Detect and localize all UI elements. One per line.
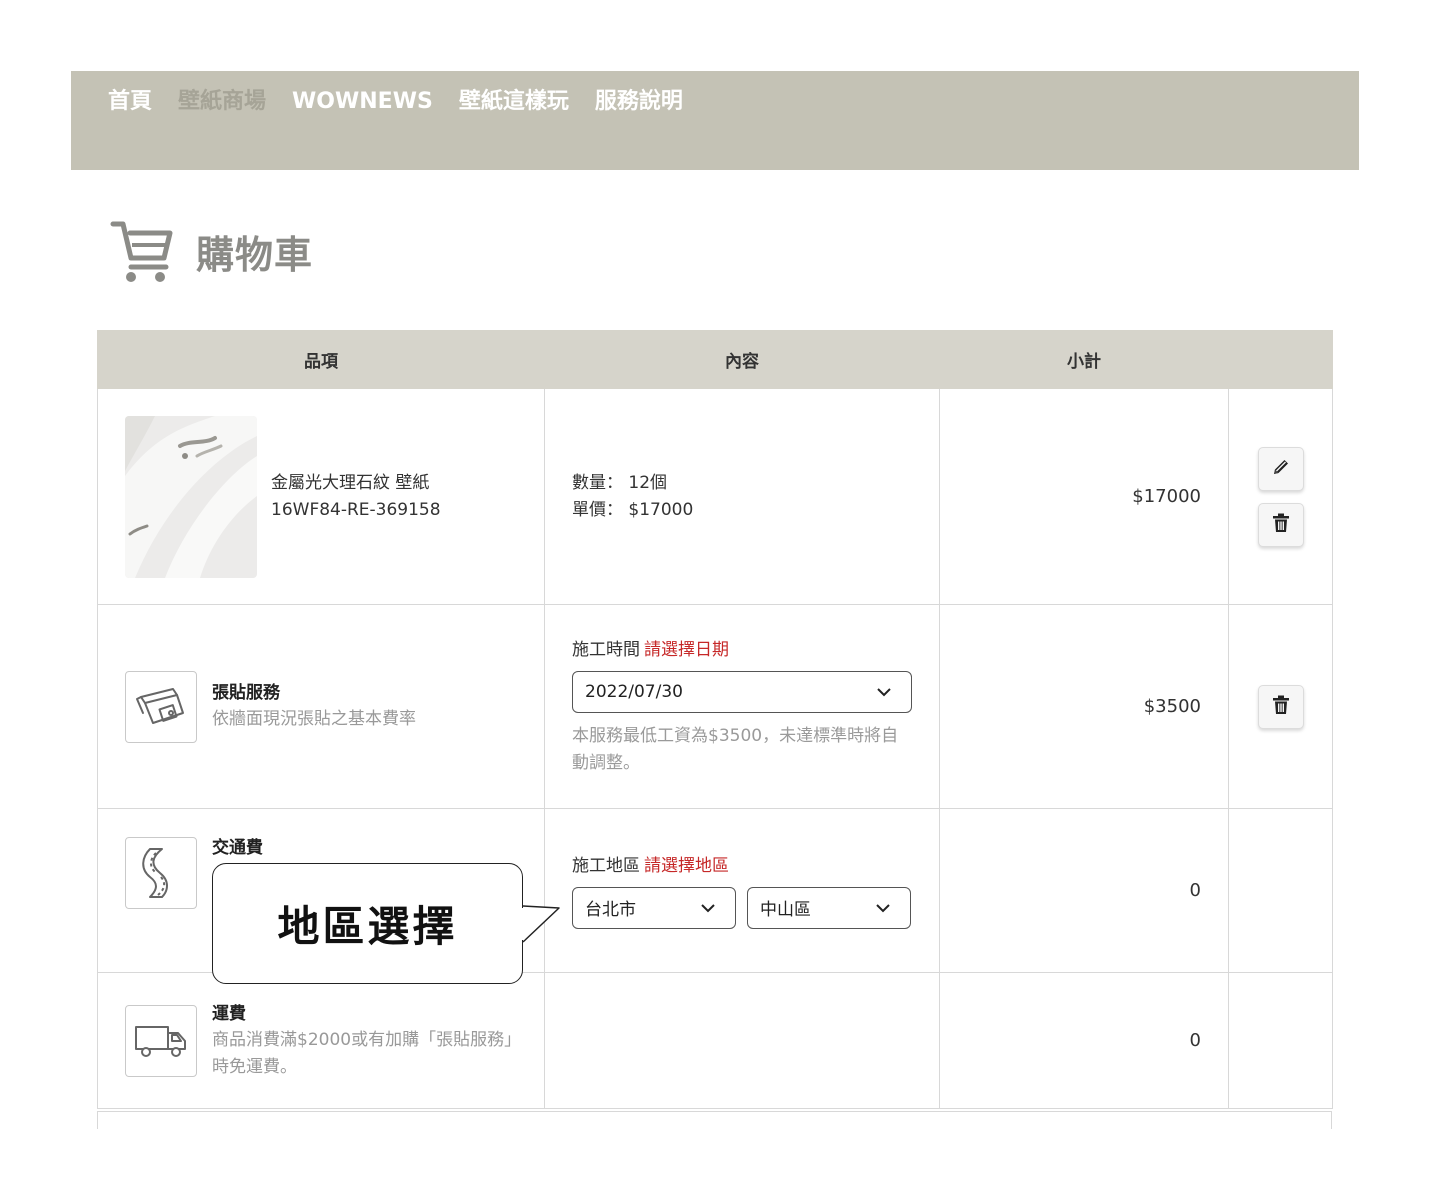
nav-item-wallpaper-shop[interactable]: 壁紙商場: [178, 86, 266, 118]
nav-item-home[interactable]: 首頁: [108, 86, 152, 118]
next-section-edge: [97, 1111, 1332, 1129]
install-date-required: 請選擇日期: [644, 639, 729, 660]
product-name: 金屬光大理石紋 壁紙: [271, 472, 430, 493]
install-subtotal: $3500: [939, 604, 1229, 809]
transport-name: 交通費: [212, 838, 263, 858]
product-code: 16WF84-RE-369158: [271, 499, 441, 520]
cart-icon: [110, 218, 174, 284]
shipping-content-cell: [544, 972, 940, 1109]
product-actions-cell: [1228, 388, 1333, 605]
page-title: 購物車: [196, 232, 314, 277]
install-service-cell: 張貼服務 依牆面現況張貼之基本費率: [97, 604, 545, 809]
chevron-down-icon: [876, 898, 890, 918]
delete-service-button[interactable]: [1257, 684, 1304, 729]
install-content-cell: 施工時間 請選擇日期 2022/07/30 本服務最低工資為$3500，未達標準時…: [544, 604, 940, 809]
region-label-text: 施工地區: [572, 855, 640, 876]
nav-item-service-info[interactable]: 服務說明: [595, 86, 683, 118]
delete-button[interactable]: [1257, 502, 1304, 547]
shipping-desc: 商品消費滿$2000或有加購「張貼服務」時免運費。: [212, 1029, 513, 1077]
table-header-row: 品項 內容 小計: [97, 330, 1333, 389]
pencil-icon: [1271, 457, 1291, 481]
product-thumbnail[interactable]: [125, 415, 257, 578]
callout-text: 地區選擇: [277, 902, 458, 951]
column-header-item: 品項: [97, 330, 545, 389]
nav-menu: 首頁 壁紙商場 WOWNEWS 壁紙這樣玩 服務說明: [108, 86, 683, 118]
install-actions-cell: [1228, 604, 1333, 809]
shipping-name: 運費: [212, 1003, 246, 1024]
chevron-down-icon: [877, 682, 891, 702]
region-label: 施工地區 請選擇地區: [572, 853, 912, 879]
city-select[interactable]: 台北市: [572, 886, 736, 929]
road-icon: [125, 837, 197, 909]
table-row-shipping: 運費 商品消費滿$2000或有加購「張貼服務」時免運費。 0: [97, 972, 1333, 1109]
shipping-cell: 運費 商品消費滿$2000或有加購「張貼服務」時免運費。: [97, 972, 545, 1109]
product-content-cell: 數量： 12個 單價： $17000: [544, 388, 940, 605]
callout-pointer: [521, 905, 560, 943]
install-service-name: 張貼服務: [212, 683, 280, 703]
city-value: 台北市: [585, 900, 636, 920]
shipping-actions-cell: [1228, 972, 1333, 1109]
transport-subtotal: 0: [939, 808, 1229, 973]
nav-item-wallpaper-ideas[interactable]: 壁紙這樣玩: [459, 86, 569, 118]
install-date-label: 施工時間 請選擇日期: [572, 637, 912, 663]
install-date-value: 2022/07/30: [585, 681, 683, 702]
edit-button[interactable]: [1257, 446, 1304, 491]
install-date-select[interactable]: 2022/07/30: [572, 670, 912, 713]
product-cell: 金屬光大理石紋 壁紙 16WF84-RE-369158: [97, 388, 545, 605]
quantity-value: 12個: [628, 472, 668, 493]
install-date-label-text: 施工時間: [572, 639, 640, 660]
nav-item-wownews[interactable]: WOWNEWS: [292, 86, 433, 118]
quantity-label: 數量：: [572, 472, 623, 493]
wallpaper-roll-icon: [125, 670, 197, 743]
table-row-product: 金屬光大理石紋 壁紙 16WF84-RE-369158 數量： 12個 單價： …: [97, 388, 1333, 605]
column-header-content: 內容: [544, 330, 940, 389]
district-value: 中山區: [760, 900, 811, 920]
top-navbar: 首頁 壁紙商場 WOWNEWS 壁紙這樣玩 服務說明: [71, 71, 1359, 170]
column-header-subtotal: 小計: [939, 330, 1229, 389]
trash-icon: [1272, 513, 1290, 537]
cart-table: 品項 內容 小計 金屬光大理石紋 壁紙 16WF84-RE-369158 數量：…: [97, 330, 1333, 1109]
quantity-line: 數量： 12個: [572, 470, 912, 497]
install-note: 本服務最低工資為$3500，未達標準時將自動調整。: [572, 725, 899, 773]
unit-price-line: 單價： $17000: [572, 497, 912, 524]
unit-price-value: $17000: [628, 499, 694, 520]
chevron-down-icon: [701, 898, 715, 918]
truck-icon: [125, 1004, 197, 1077]
product-subtotal: $17000: [939, 388, 1229, 605]
install-service-desc: 依牆面現況張貼之基本費率: [212, 709, 416, 729]
unit-price-label: 單價：: [572, 499, 623, 520]
district-select[interactable]: 中山區: [747, 886, 911, 929]
region-callout: 地區選擇: [212, 863, 523, 984]
transport-content-cell: 施工地區 請選擇地區 台北市 中山區: [544, 808, 940, 973]
trash-icon: [1272, 695, 1290, 719]
region-required: 請選擇地區: [644, 855, 729, 876]
column-header-actions: [1228, 330, 1333, 389]
table-row-install-service: 張貼服務 依牆面現況張貼之基本費率 施工時間 請選擇日期 2022/07/30 本…: [97, 604, 1333, 809]
transport-actions-cell: [1228, 808, 1333, 973]
page-header: 購物車: [110, 218, 313, 284]
shipping-subtotal: 0: [939, 972, 1229, 1109]
